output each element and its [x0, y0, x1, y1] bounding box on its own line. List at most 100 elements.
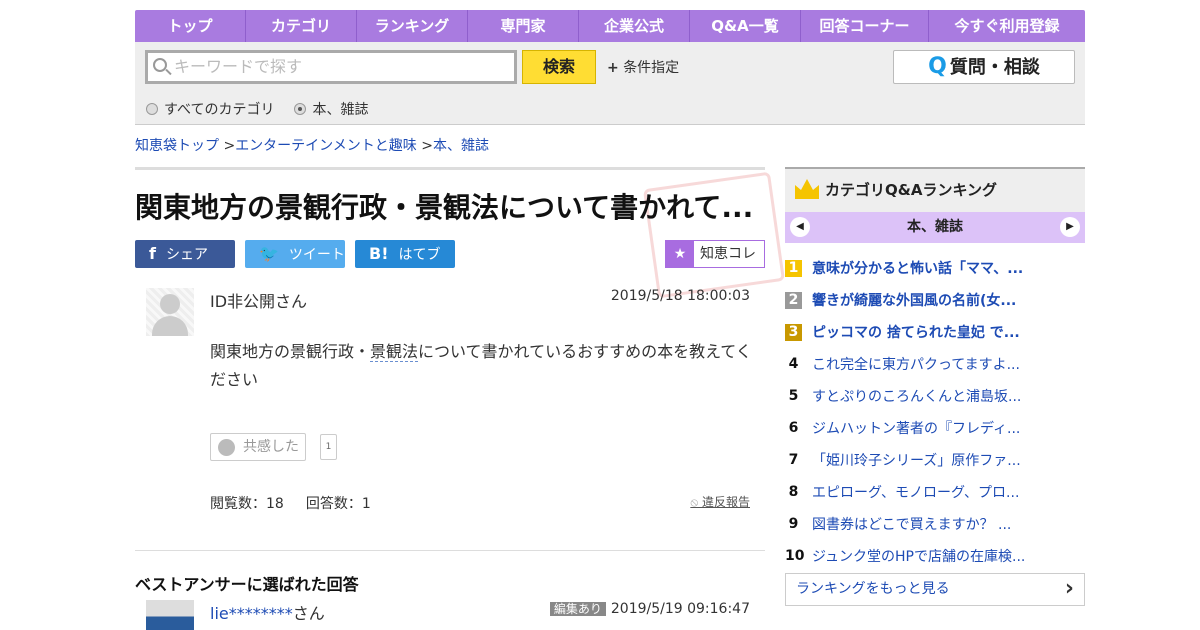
ranking-item[interactable]: 10 ジュンク堂のHPで店舗の在庫検... [785, 540, 1085, 572]
rank-number: 9 [788, 515, 799, 532]
star-icon: ★ [666, 241, 694, 267]
page-title: 関東地方の景観行政・景観法について書かれて... [135, 191, 754, 224]
radio-current-category[interactable]: 本、雑誌 [294, 99, 368, 119]
ranking-item[interactable]: 8 エピローグ、モノローグ、プロ... [785, 476, 1085, 508]
breadcrumb-top[interactable]: 知恵袋トップ [135, 138, 219, 154]
ranking-item[interactable]: 4 これ完全に東方パクってますよ... [785, 348, 1085, 380]
ranking-item-title[interactable]: ジムハットン著者の『フレディ... [812, 418, 1020, 438]
hatena-button[interactable]: B! はてブ [355, 240, 455, 268]
facebook-icon: f [149, 244, 156, 263]
breadcrumb-books[interactable]: 本、雑誌 [433, 138, 489, 154]
rank-number: 1 [785, 259, 802, 277]
question-stats: 閲覧数：18 回答数：1 [210, 493, 393, 513]
ranking-item[interactable]: 7 「姫川玲子シリーズ」原作ファ... [785, 444, 1085, 476]
rank-number: 2 [785, 291, 802, 309]
ranking-item[interactable]: 3 ピッコマの 捨てられた皇妃 で... [785, 316, 1085, 348]
search-icon [153, 58, 167, 72]
nav-top[interactable]: トップ [135, 10, 246, 42]
ranking-header: カテゴリQ&Aランキング [785, 167, 1085, 212]
keyword-link[interactable]: 景観法 [370, 342, 419, 362]
ranking-item[interactable]: 9 図書券はどこで買えますか？ ... [785, 508, 1085, 540]
ranking-item-title[interactable]: エピローグ、モノローグ、プロ... [812, 482, 1019, 502]
ranking-item-title[interactable]: ピッコマの 捨てられた皇妃 で... [812, 322, 1020, 342]
ranking-item-title[interactable]: 響きが綺麗な外国風の名前(女... [812, 290, 1016, 310]
prev-arrow-icon[interactable]: ◀ [790, 217, 810, 237]
answer-count: 回答数：1 [305, 496, 371, 512]
ranking-item-title[interactable]: 図書券はどこで買えますか？ ... [812, 514, 1011, 534]
nav-answer-corner[interactable]: 回答コーナー [801, 10, 929, 42]
nav-category[interactable]: カテゴリ [246, 10, 357, 42]
ranking-item-title[interactable]: 「姫川玲子シリーズ」原作ファ... [812, 450, 1021, 470]
tweet-button[interactable]: 🐦 ツイート [245, 240, 345, 268]
answer-date: 編集あり 2019/5/19 09:16:47 [549, 600, 750, 617]
nav-register[interactable]: 今すぐ利用登録 [929, 10, 1085, 42]
ranking-item[interactable]: 1 意味が分かると怖い話「ママ、... [785, 252, 1085, 284]
nav-qa-list[interactable]: Q&A一覧 [690, 10, 801, 42]
nav-official[interactable]: 企業公式 [579, 10, 690, 42]
chiekore-button[interactable]: ★ 知恵コレ [665, 240, 765, 268]
search-button[interactable]: 検索 [522, 50, 596, 84]
facebook-share-button[interactable]: f シェア [135, 240, 235, 268]
share-label: シェア [165, 247, 208, 263]
san-suffix: さん [292, 604, 325, 623]
ranking-item-title[interactable]: これ完全に東方パクってますよ... [812, 354, 1020, 374]
conditions-link[interactable]: + 条件指定 [607, 57, 679, 77]
question-date: 2019/5/18 18:00:03 [610, 288, 750, 304]
rank-number: 10 [785, 547, 805, 564]
category-ranking: カテゴリQ&Aランキング ◀ 本、雑誌 ▶ 1 意味が分かると怖い話「ママ、...… [785, 167, 1085, 606]
edited-badge: 編集あり [549, 602, 606, 616]
rank-number: 7 [788, 451, 799, 468]
search-area: キーワードで探す 検索 + 条件指定 Q 質問・相談 すべてのカテゴリ 本、雑誌 [135, 42, 1085, 125]
radio-icon [146, 103, 158, 115]
ranking-item-title[interactable]: すとぷりのころんくんと浦島坂... [812, 386, 1021, 406]
conditions-label: 条件指定 [623, 60, 680, 76]
smile-icon [218, 439, 235, 456]
report-label: 違反報告 [701, 495, 750, 509]
answerer-link[interactable]: lie******** [210, 604, 293, 623]
ranking-item[interactable]: 5 すとぷりのころんくんと浦島坂... [785, 380, 1085, 412]
search-placeholder: キーワードで探す [174, 57, 303, 76]
questioner-name: ID非公開さん [210, 292, 308, 311]
ranking-category-label: 本、雑誌 [907, 219, 963, 235]
nav-experts[interactable]: 専門家 [468, 10, 579, 42]
empathy-button[interactable]: 共感した [210, 433, 306, 461]
avatar [146, 288, 194, 336]
question-body: 関東地方の景観行政・景観法について書かれているおすすめの本を教えてください [210, 338, 755, 394]
ranking-item[interactable]: 2 響きが綺麗な外国風の名前(女... [785, 284, 1085, 316]
global-nav: トップ カテゴリ ランキング 専門家 企業公式 Q&A一覧 回答コーナー 今すぐ… [135, 10, 1085, 42]
ranking-item-title[interactable]: 意味が分かると怖い話「ママ、... [812, 258, 1023, 278]
twitter-icon: 🐦 [259, 244, 279, 263]
ranking-list: 1 意味が分かると怖い話「ママ、... 2 響きが綺麗な外国風の名前(女... 3 ピッコ… [785, 252, 1085, 572]
answer-timestamp: 2019/5/19 09:16:47 [610, 601, 750, 617]
rank-number: 3 [785, 323, 802, 341]
divider [135, 167, 765, 170]
rank-number: 5 [788, 387, 799, 404]
nav-ranking[interactable]: ランキング [357, 10, 468, 42]
q-icon: Q [928, 54, 947, 79]
body-text: 関東地方の景観行政・ [210, 342, 371, 361]
plus-icon: + [607, 60, 619, 76]
rank-number: 6 [788, 419, 799, 436]
tweet-label: ツイート [288, 247, 345, 263]
empathy-label: 共感した [243, 439, 299, 455]
rank-number: 4 [788, 355, 799, 372]
ranking-item-title[interactable]: ジュンク堂のHPで店舗の在庫検... [812, 546, 1025, 566]
next-arrow-icon[interactable]: ▶ [1060, 217, 1080, 237]
ask-question-button[interactable]: Q 質問・相談 [893, 50, 1075, 84]
prohibited-icon: ⦸ [690, 495, 702, 509]
ask-label: 質問・相談 [949, 57, 1040, 78]
divider [135, 550, 765, 551]
radio-all-categories[interactable]: すべてのカテゴリ [146, 99, 274, 119]
breadcrumb: 知恵袋トップ >エンターテインメントと趣味 >本、雑誌 [135, 138, 489, 154]
more-ranking-link[interactable]: ランキングをもっと見る [785, 573, 1085, 606]
search-input[interactable]: キーワードで探す [145, 50, 517, 84]
ranking-item[interactable]: 6 ジムハットン著者の『フレディ... [785, 412, 1085, 444]
crown-icon [795, 179, 819, 199]
hatena-icon: B! [369, 244, 389, 263]
view-count: 閲覧数：18 [210, 496, 284, 512]
breadcrumb-entertainment[interactable]: エンターテインメントと趣味 [235, 138, 417, 154]
radio-label: 本、雑誌 [312, 102, 369, 118]
radio-checked-icon [294, 103, 307, 115]
report-link[interactable]: ⦸ 違反報告 [690, 493, 750, 510]
best-answer-heading: ベストアンサーに選ばれた回答 [135, 575, 359, 594]
